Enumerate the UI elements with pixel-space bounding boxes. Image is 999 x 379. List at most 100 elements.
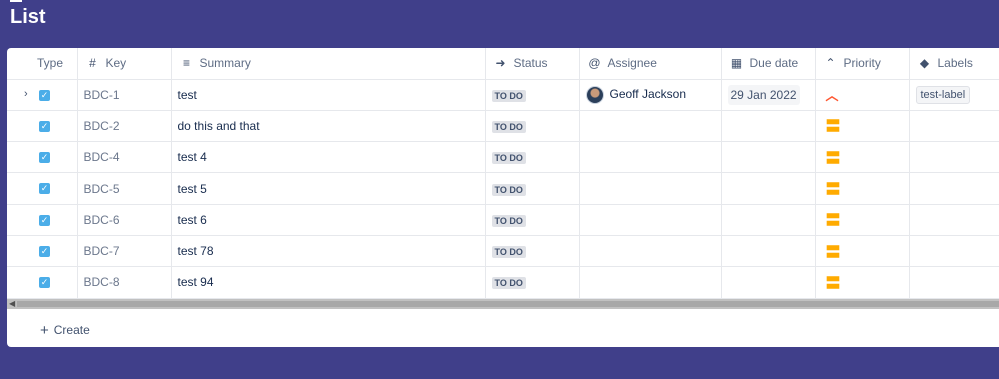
status-cell[interactable]: TO DO [485, 266, 580, 299]
issue-table: Type # Key ≡ Summary ➜ Status @ Assignee ▦ Du… [7, 48, 999, 299]
column-header-type[interactable]: Type [7, 48, 78, 80]
calendar-icon: ▦ [730, 56, 743, 71]
issue-key[interactable]: BDC-4 [84, 150, 120, 164]
column-label: Labels [937, 56, 973, 71]
summary-cell[interactable]: test 78 [171, 235, 486, 268]
status-badge[interactable]: TO DO [491, 183, 526, 196]
table-row[interactable]: › ✓ BDC-1 test TO DO Geoff Jackson 29 Ja… [7, 79, 999, 111]
summary-cell[interactable]: test 6 [171, 204, 486, 236]
priority-cell[interactable]: 〓 [815, 141, 910, 174]
assignee-cell[interactable] [579, 204, 722, 236]
header-remnant [10, 0, 22, 2]
labels-cell[interactable] [909, 235, 999, 268]
assignee-cell[interactable] [579, 141, 722, 174]
column-header-assignee[interactable]: @ Assignee [579, 48, 722, 80]
due-date: 29 Jan 2022 [727, 84, 800, 105]
avatar [585, 85, 604, 104]
summary-cell[interactable]: test 5 [171, 172, 486, 205]
assignee-cell[interactable] [579, 235, 722, 268]
table-row[interactable]: ✓ BDC-5 test 5 TO DO 〓 [7, 172, 999, 205]
column-header-due-date[interactable]: ▦ Due date [721, 48, 816, 80]
due-date-cell[interactable] [721, 141, 816, 174]
status-cell[interactable]: TO DO [485, 204, 580, 236]
status-badge[interactable]: TO DO [491, 246, 526, 259]
due-date-cell[interactable] [721, 172, 816, 205]
labels-cell[interactable] [909, 266, 999, 299]
priority-cell[interactable]: 〓 [815, 172, 910, 205]
status-cell[interactable]: TO DO [485, 79, 580, 111]
status-cell[interactable]: TO DO [485, 110, 580, 143]
table-row[interactable]: ✓ BDC-7 test 78 TO DO 〓 [7, 235, 999, 268]
type-cell: ✓ [7, 172, 78, 205]
column-header-priority[interactable]: ⌃ Priority [815, 48, 910, 80]
labels-cell[interactable] [909, 172, 999, 205]
column-label: Key [105, 56, 127, 71]
scroll-left-icon[interactable]: ◀ [9, 299, 15, 309]
status-badge[interactable]: TO DO [491, 120, 526, 133]
assignee-cell[interactable]: Geoff Jackson [579, 79, 722, 111]
status-cell[interactable]: TO DO [485, 141, 580, 174]
task-type-icon: ✓ [39, 214, 50, 226]
assignee-cell[interactable] [579, 266, 722, 299]
issue-key[interactable]: BDC-8 [84, 275, 120, 289]
issue-key[interactable]: BDC-2 [84, 119, 120, 133]
key-cell: BDC-8 [77, 266, 172, 299]
column-header-key[interactable]: # Key [77, 48, 172, 80]
assignee-name: Geoff Jackson [609, 86, 687, 101]
hash-icon: # [89, 56, 96, 71]
type-cell: › ✓ [7, 79, 78, 111]
assignee-cell[interactable] [579, 172, 722, 205]
task-type-icon: ✓ [39, 120, 50, 132]
due-date-cell[interactable] [721, 204, 816, 236]
assignee-cell[interactable] [579, 110, 722, 143]
table-row[interactable]: ✓ BDC-8 test 94 TO DO 〓 [7, 266, 999, 299]
status-badge[interactable]: TO DO [491, 214, 526, 227]
status-badge[interactable]: TO DO [491, 152, 526, 165]
issue-key[interactable]: BDC-7 [84, 244, 120, 258]
status-cell[interactable]: TO DO [485, 235, 580, 268]
column-header-labels[interactable]: ◆ Labels [909, 48, 999, 80]
labels-cell[interactable] [909, 204, 999, 236]
task-type-icon: ✓ [39, 89, 50, 101]
priority-medium-icon: 〓 [825, 212, 841, 230]
labels-cell[interactable]: test-label [909, 79, 999, 111]
column-label: Summary [199, 56, 251, 71]
horizontal-scrollbar[interactable]: ◀ [7, 299, 999, 309]
status-badge[interactable]: TO DO [491, 89, 526, 102]
column-header-summary[interactable]: ≡ Summary [171, 48, 486, 80]
priority-medium-icon: 〓 [825, 181, 841, 199]
priority-cell[interactable]: 〓 [815, 235, 910, 268]
issue-key[interactable]: BDC-1 [84, 88, 120, 102]
due-date-cell[interactable]: 29 Jan 2022 [721, 79, 816, 111]
labels-cell[interactable] [909, 141, 999, 174]
chevron-right-icon[interactable]: › [24, 88, 28, 100]
column-header-status[interactable]: ➜ Status [485, 48, 580, 80]
scrollbar-thumb[interactable] [17, 301, 999, 307]
create-button[interactable]: + Create [40, 322, 90, 339]
issue-key[interactable]: BDC-5 [84, 182, 120, 196]
issue-key[interactable]: BDC-6 [84, 213, 120, 227]
column-label: Status [513, 56, 548, 71]
status-cell[interactable]: TO DO [485, 172, 580, 205]
key-cell: BDC-2 [77, 110, 172, 143]
due-date-cell[interactable] [721, 235, 816, 268]
due-date-cell[interactable] [721, 266, 816, 299]
table-row[interactable]: ✓ BDC-2 do this and that TO DO 〓 [7, 110, 999, 143]
status-badge[interactable]: TO DO [491, 277, 526, 290]
labels-cell[interactable] [909, 110, 999, 143]
table-row[interactable]: ✓ BDC-6 test 6 TO DO 〓 [7, 204, 999, 236]
summary-cell[interactable]: test 94 [171, 266, 486, 299]
priority-cell[interactable]: 〓 [815, 110, 910, 143]
priority-cell[interactable]: 〓 [815, 204, 910, 236]
summary-cell[interactable]: test 4 [171, 141, 486, 174]
priority-cell[interactable]: ︿ [815, 79, 910, 111]
table-row[interactable]: ✓ BDC-4 test 4 TO DO 〓 [7, 141, 999, 174]
type-cell: ✓ [7, 110, 78, 143]
summary-cell[interactable]: do this and that [171, 110, 486, 143]
summary-cell[interactable]: test [171, 79, 486, 111]
label-chip[interactable]: test-label [915, 85, 971, 104]
due-date-cell[interactable] [721, 110, 816, 143]
column-label: Due date [749, 56, 799, 71]
priority-medium-icon: 〓 [825, 243, 841, 261]
priority-cell[interactable]: 〓 [815, 266, 910, 299]
